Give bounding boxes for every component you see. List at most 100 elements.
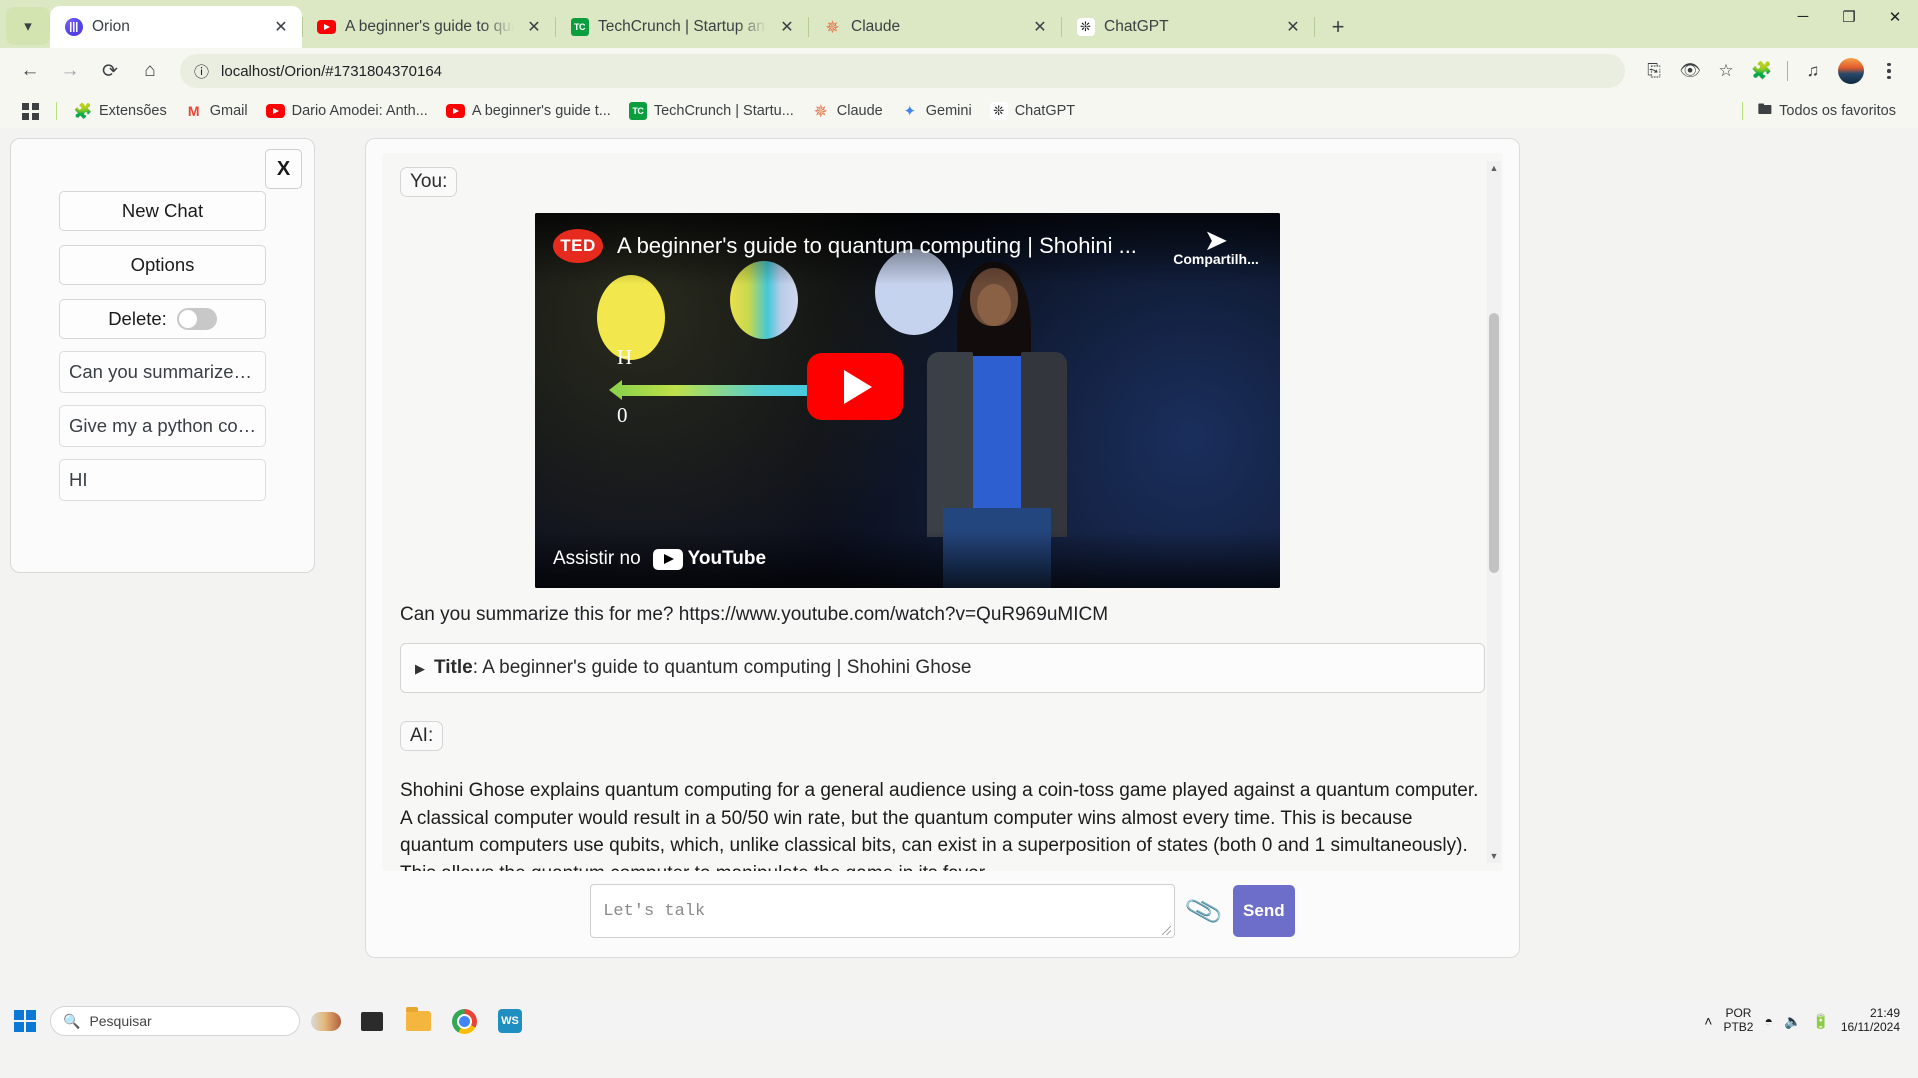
play-button-icon[interactable] — [807, 353, 903, 420]
chat-panel: You: H 0 — [365, 138, 1520, 958]
address-bar[interactable]: ⓘ localhost/Orion/#1731804370164 — [180, 54, 1625, 88]
youtube-logo[interactable]: YouTube — [653, 548, 766, 570]
message-input[interactable]: Let's talk — [590, 884, 1175, 938]
search-placeholder: Pesquisar — [89, 1013, 151, 1029]
language-indicator[interactable]: POR PTB2 — [1723, 1007, 1753, 1035]
profile-avatar[interactable] — [1838, 58, 1864, 84]
chatgpt-icon: ❊ — [990, 102, 1008, 120]
chatgpt-icon: ❊ — [1076, 18, 1095, 37]
bookmark-divider — [1742, 102, 1743, 120]
bookmark-chatgpt[interactable]: ❊ ChatGPT — [982, 98, 1083, 124]
chevron-right-icon[interactable]: ▶ — [415, 661, 425, 677]
tab-orion[interactable]: Orion ✕ — [50, 6, 302, 48]
task-view-icon[interactable] — [352, 1004, 392, 1038]
bookmark-gemini[interactable]: ✦ Gemini — [893, 98, 980, 124]
bookmark-extensoes[interactable]: 🧩 Extensões — [66, 98, 175, 124]
tracking-protection-icon[interactable]: 👁 — [1673, 54, 1707, 88]
chrome-menu-icon[interactable] — [1872, 54, 1906, 88]
tab-chatgpt[interactable]: ❊ ChatGPT ✕ — [1062, 6, 1314, 48]
ai-role-tag: AI: — [400, 721, 443, 751]
gemini-icon: ✦ — [901, 102, 919, 120]
scroll-down-arrow-icon[interactable]: ▼ — [1487, 849, 1501, 863]
delete-toggle-row[interactable]: Delete: — [59, 299, 266, 339]
file-explorer-icon[interactable] — [398, 1004, 438, 1038]
claude-icon: ✵ — [812, 102, 830, 120]
scroll-up-arrow-icon[interactable]: ▲ — [1487, 161, 1501, 175]
share-button[interactable]: ➤ Compartilh... — [1170, 229, 1262, 267]
tab-youtube-quantum[interactable]: A beginner's guide to quantum ✕ — [303, 6, 555, 48]
chat-scrollbar[interactable]: ▲ ▼ — [1487, 161, 1501, 863]
options-button[interactable]: Options — [59, 245, 266, 285]
bookmark-gmail[interactable]: M Gmail — [177, 99, 256, 123]
tab-claude[interactable]: ✵ Claude ✕ — [809, 6, 1061, 48]
youtube-embed[interactable]: H 0 TED A beginne — [535, 213, 1280, 588]
chat-scroll-area: You: H 0 — [382, 153, 1503, 871]
paperclip-icon[interactable]: 📎 — [1183, 890, 1226, 932]
taskbar-search[interactable]: 🔍 Pesquisar — [50, 1006, 300, 1036]
start-button[interactable] — [6, 1004, 44, 1038]
chrome-icon[interactable] — [444, 1004, 484, 1038]
language-line2: PTB2 — [1723, 1020, 1753, 1034]
ted-logo-icon: TED — [553, 229, 603, 263]
close-sidebar-button[interactable]: X — [265, 149, 302, 189]
media-control-icon[interactable]: ♫ — [1796, 54, 1830, 88]
battery-icon[interactable]: 🔋 — [1812, 1013, 1829, 1030]
volume-icon[interactable]: 🔈 — [1784, 1013, 1801, 1030]
close-icon[interactable]: ✕ — [1282, 16, 1304, 38]
wps-office-icon[interactable]: WS — [490, 1004, 530, 1038]
history-item-hi[interactable]: HI — [59, 459, 266, 501]
close-icon[interactable]: ✕ — [270, 16, 292, 38]
tab-title: Claude — [851, 18, 1020, 37]
share-label: Compartilh... — [1173, 251, 1259, 267]
scrollbar-thumb[interactable] — [1489, 313, 1499, 573]
new-chat-button[interactable]: New Chat — [59, 191, 266, 231]
delete-toggle[interactable] — [177, 308, 217, 330]
system-tray: ˄ POR PTB2 ◓ 🔈 🔋 21:49 16/11/2024 — [1704, 1007, 1912, 1035]
close-window-icon[interactable]: ✕ — [1872, 0, 1918, 33]
bookmark-techcrunch[interactable]: TC TechCrunch | Startu... — [621, 98, 802, 124]
back-icon[interactable]: ← — [12, 53, 48, 89]
close-icon[interactable]: ✕ — [1029, 16, 1051, 38]
copilot-icon[interactable] — [306, 1004, 346, 1038]
tab-search-button[interactable]: ▾ — [6, 7, 50, 45]
minimize-icon[interactable]: ─ — [1780, 0, 1826, 33]
new-tab-button[interactable]: + — [1321, 10, 1355, 44]
youtube-play-icon — [653, 549, 683, 570]
puzzle-icon: 🧩 — [74, 102, 92, 120]
tab-strip: ▾ Orion ✕ A beginner's guide to quantum … — [0, 0, 1918, 48]
history-item-python[interactable]: Give my a python co… — [59, 405, 266, 447]
toolbar-divider — [1787, 61, 1788, 81]
history-item-summarize[interactable]: Can you summarize… — [59, 351, 266, 393]
forward-icon[interactable]: → — [52, 53, 88, 89]
resize-handle[interactable] — [1162, 926, 1171, 935]
tab-title: Orion — [92, 18, 261, 37]
tab-techcrunch[interactable]: TC TechCrunch | Startup and Techn ✕ — [556, 6, 808, 48]
video-title[interactable]: A beginner's guide to quantum computing … — [617, 229, 1156, 263]
tab-title: ChatGPT — [1104, 18, 1273, 37]
message-placeholder: Let's talk — [603, 902, 705, 921]
apps-grid-icon[interactable] — [14, 99, 47, 124]
install-app-icon[interactable]: ⎘ — [1637, 54, 1671, 88]
message-composer: Let's talk 📎 Send — [382, 871, 1503, 957]
tray-overflow-icon[interactable]: ˄ — [1704, 1013, 1712, 1029]
send-button[interactable]: Send — [1233, 885, 1295, 937]
video-title-disclosure[interactable]: ▶ Title: A beginner's guide to quantum c… — [400, 643, 1485, 693]
clock[interactable]: 21:49 16/11/2024 — [1841, 1007, 1900, 1035]
bookmark-dario-amodei[interactable]: Dario Amodei: Anth... — [258, 99, 436, 123]
gmail-icon: M — [185, 104, 203, 118]
all-bookmarks-button[interactable]: 🖿 Todos os favoritos — [1750, 95, 1904, 128]
bookmark-beginners-guide[interactable]: A beginner's guide t... — [438, 99, 619, 123]
user-role-tag: You: — [400, 167, 457, 197]
reload-icon[interactable]: ⟳ — [92, 53, 128, 89]
bookmark-claude[interactable]: ✵ Claude — [804, 98, 891, 124]
close-icon[interactable]: ✕ — [776, 16, 798, 38]
close-icon[interactable]: ✕ — [523, 16, 545, 38]
video-footer: Assistir no YouTube — [535, 530, 1280, 588]
browser-toolbar: ← → ⟳ ⌂ ⓘ localhost/Orion/#1731804370164… — [0, 48, 1918, 94]
extensions-icon[interactable]: 🧩 — [1745, 54, 1779, 88]
site-info-icon[interactable]: ⓘ — [194, 61, 209, 82]
wifi-icon[interactable]: ◓ — [1764, 1013, 1772, 1029]
maximize-icon[interactable]: ❐ — [1826, 0, 1872, 33]
home-icon[interactable]: ⌂ — [132, 53, 168, 89]
bookmark-star-icon[interactable]: ☆ — [1709, 54, 1743, 88]
